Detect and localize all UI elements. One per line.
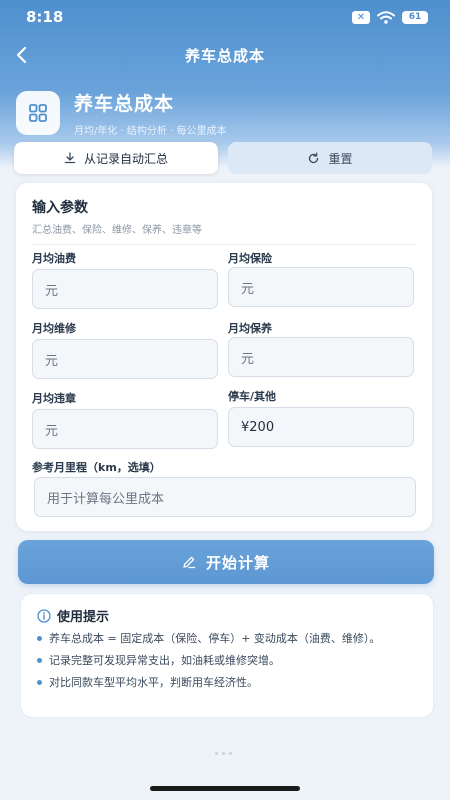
tip-item: 养车总成本 = 固定成本（保险、停车）+ 变动成本（油费、维修）。 xyxy=(37,630,417,647)
page-dot xyxy=(222,752,225,755)
navigation-bar: 养车总成本 xyxy=(0,38,450,72)
card-title: 输入参数 xyxy=(32,200,88,216)
hero-subtitle: 月均/年化 · 结构分析 · 每公里成本 xyxy=(74,126,227,137)
card-subtitle: 汇总油费、保险、维修、保养、违章等 xyxy=(32,221,416,245)
hero-title: 养车总成本 xyxy=(74,93,175,115)
parking-other-input[interactable]: ¥200 xyxy=(228,407,414,447)
wifi-icon xyxy=(377,10,395,24)
bullet-icon xyxy=(37,636,42,641)
home-indicator[interactable] xyxy=(150,786,300,791)
reset-button[interactable]: 重置 xyxy=(228,142,432,174)
tip-text: 养车总成本 = 固定成本（保险、停车）+ 变动成本（油费、维修）。 xyxy=(49,632,381,645)
fuel-input[interactable]: 元 xyxy=(32,269,218,309)
tips-header: 使用提示 xyxy=(37,606,417,625)
info-icon xyxy=(37,608,51,623)
tip-item: 对比同款车型平均水平，判断用车经济性。 xyxy=(37,674,417,691)
usage-tips-card: 使用提示 养车总成本 = 固定成本（保险、停车）+ 变动成本（油费、维修）。 记… xyxy=(20,593,434,718)
nav-title: 养车总成本 xyxy=(184,46,265,65)
repair-label: 月均维修 xyxy=(32,322,76,335)
tips-title: 使用提示 xyxy=(57,610,110,625)
fuel-label: 月均油费 xyxy=(32,252,76,265)
insurance-label: 月均保险 xyxy=(228,252,272,265)
violation-input[interactable]: 元 xyxy=(32,409,218,449)
mileage-input[interactable]: 用于计算每公里成本 xyxy=(34,477,416,517)
maintenance-input[interactable]: 元 xyxy=(228,337,414,377)
reset-label: 重置 xyxy=(328,151,353,166)
auto-summary-button[interactable]: 从记录自动汇总 xyxy=(14,142,218,174)
tip-item: 记录完整可发现异常支出，如油耗或维修突增。 xyxy=(37,652,417,669)
start-calc-label: 开始计算 xyxy=(205,553,270,572)
insurance-input[interactable]: 元 xyxy=(228,267,414,307)
hero-text: 养车总成本 月均/年化 · 结构分析 · 每公里成本 xyxy=(74,89,226,137)
start-calc-button[interactable]: 开始计算 xyxy=(18,540,434,584)
edit-icon xyxy=(183,556,196,569)
status-time: 8:18 xyxy=(26,8,64,26)
maintenance-label: 月均保养 xyxy=(228,322,272,335)
parking-other-label: 停车/其他 xyxy=(228,390,277,403)
battery-indicator: 61 xyxy=(402,10,428,24)
bullet-icon xyxy=(37,658,42,663)
auto-summary-label: 从记录自动汇总 xyxy=(83,151,168,166)
status-icons: ✕ 61 xyxy=(352,10,428,24)
download-icon xyxy=(64,152,76,164)
page-dot xyxy=(229,752,232,755)
bullet-icon xyxy=(37,680,42,685)
hero-section: 养车总成本 月均/年化 · 结构分析 · 每公里成本 xyxy=(16,88,436,138)
violation-label: 月均违章 xyxy=(32,392,76,405)
page-indicator xyxy=(215,752,232,755)
page-dot xyxy=(215,752,218,755)
action-tabs: 从记录自动汇总 重置 xyxy=(14,142,432,174)
tip-text: 记录完整可发现异常支出，如油耗或维修突增。 xyxy=(49,654,280,667)
grid-icon xyxy=(16,91,60,135)
refresh-icon xyxy=(309,152,319,163)
tip-text: 对比同款车型平均水平，判断用车经济性。 xyxy=(49,676,258,689)
mileage-label: 参考月里程（km，选填） xyxy=(32,461,161,474)
repair-input[interactable]: 元 xyxy=(32,339,218,379)
status-bar: 8:18 ✕ 61 xyxy=(0,0,450,34)
back-arrow-icon[interactable] xyxy=(10,42,36,68)
input-params-card: 输入参数 汇总油费、保险、维修、保养、违章等 月均油费 元 月均保险 元 月均维… xyxy=(16,183,432,531)
close-badge-icon: ✕ xyxy=(352,10,370,24)
